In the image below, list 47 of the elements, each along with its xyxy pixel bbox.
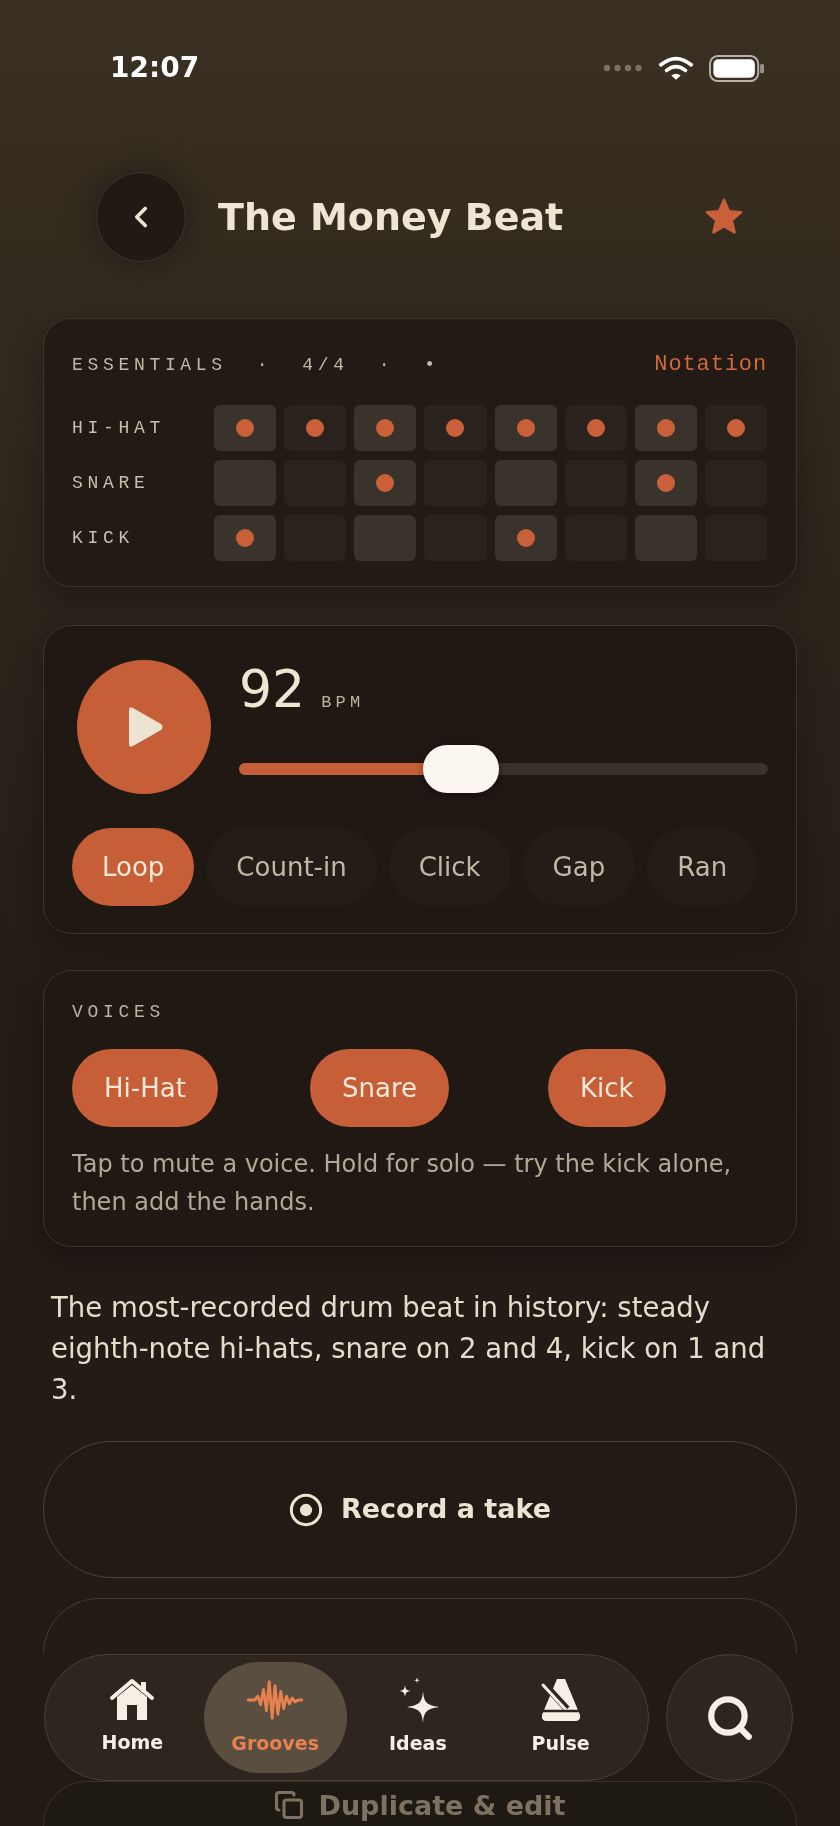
row-label: KICK	[72, 526, 135, 550]
step-pad[interactable]	[704, 405, 767, 451]
bpm-unit: BPM	[321, 692, 365, 714]
step-pad[interactable]	[284, 405, 347, 451]
step-pad[interactable]	[634, 405, 697, 451]
separator-text: ·	[378, 354, 395, 377]
category-label: ESSENTIALS	[72, 354, 227, 377]
battery-icon	[709, 54, 765, 82]
step-pad[interactable]	[214, 515, 277, 561]
tab-item[interactable]: Ideas	[346, 1662, 490, 1773]
record-button[interactable]: Record a take	[43, 1441, 797, 1578]
copy-icon	[274, 1790, 305, 1820]
row-label: HI-HAT	[72, 416, 166, 440]
home-icon	[108, 1678, 157, 1723]
option-chip[interactable]: Gap	[522, 828, 636, 906]
step-pad[interactable]	[634, 460, 697, 506]
tab-item[interactable]: Home	[61, 1662, 204, 1773]
star-icon[interactable]	[703, 197, 745, 237]
row-label: SNARE	[72, 471, 151, 495]
description-text: The most-recorded drum beat in history: steady eighth-note hi-hats, snare on 2 and 4, kick on 1 and 3.	[50, 1290, 767, 1407]
option-chip[interactable]: Click	[388, 828, 511, 906]
step-pad[interactable]	[424, 405, 487, 451]
option-chip[interactable]: Count-in	[206, 828, 377, 906]
step-pad[interactable]	[354, 405, 417, 451]
status-time: 12:07	[110, 50, 200, 86]
step-pad[interactable]	[494, 405, 557, 451]
option-chip[interactable]: Ran	[647, 828, 758, 906]
tab-item[interactable]: Pulse	[489, 1662, 632, 1773]
play-icon	[126, 706, 164, 748]
duplicate-button[interactable]: Duplicate & edit	[43, 1781, 797, 1826]
slider-thumb[interactable]	[423, 745, 500, 793]
section-label: VOICES	[72, 1001, 166, 1023]
time-signature: 4/4	[302, 354, 349, 377]
tempo-slider[interactable]	[239, 745, 768, 793]
bullet-text: •	[424, 354, 440, 377]
notation-link[interactable]: Notation	[654, 352, 767, 378]
page-title: The Money Beat	[218, 194, 564, 241]
hint-text: Tap to mute a voice. Hold for solo — try the kick alone, then add the hands.	[72, 1149, 733, 1218]
step-pad[interactable]	[354, 460, 417, 506]
separator-text: ·	[256, 354, 273, 377]
wifi-icon	[659, 55, 693, 81]
signal-icon	[603, 64, 643, 72]
step-pad[interactable]	[564, 405, 627, 451]
step-pad[interactable]	[494, 515, 557, 561]
step-pad[interactable]	[214, 405, 277, 451]
record-icon	[289, 1492, 323, 1527]
bpm-value: 92	[239, 660, 306, 718]
